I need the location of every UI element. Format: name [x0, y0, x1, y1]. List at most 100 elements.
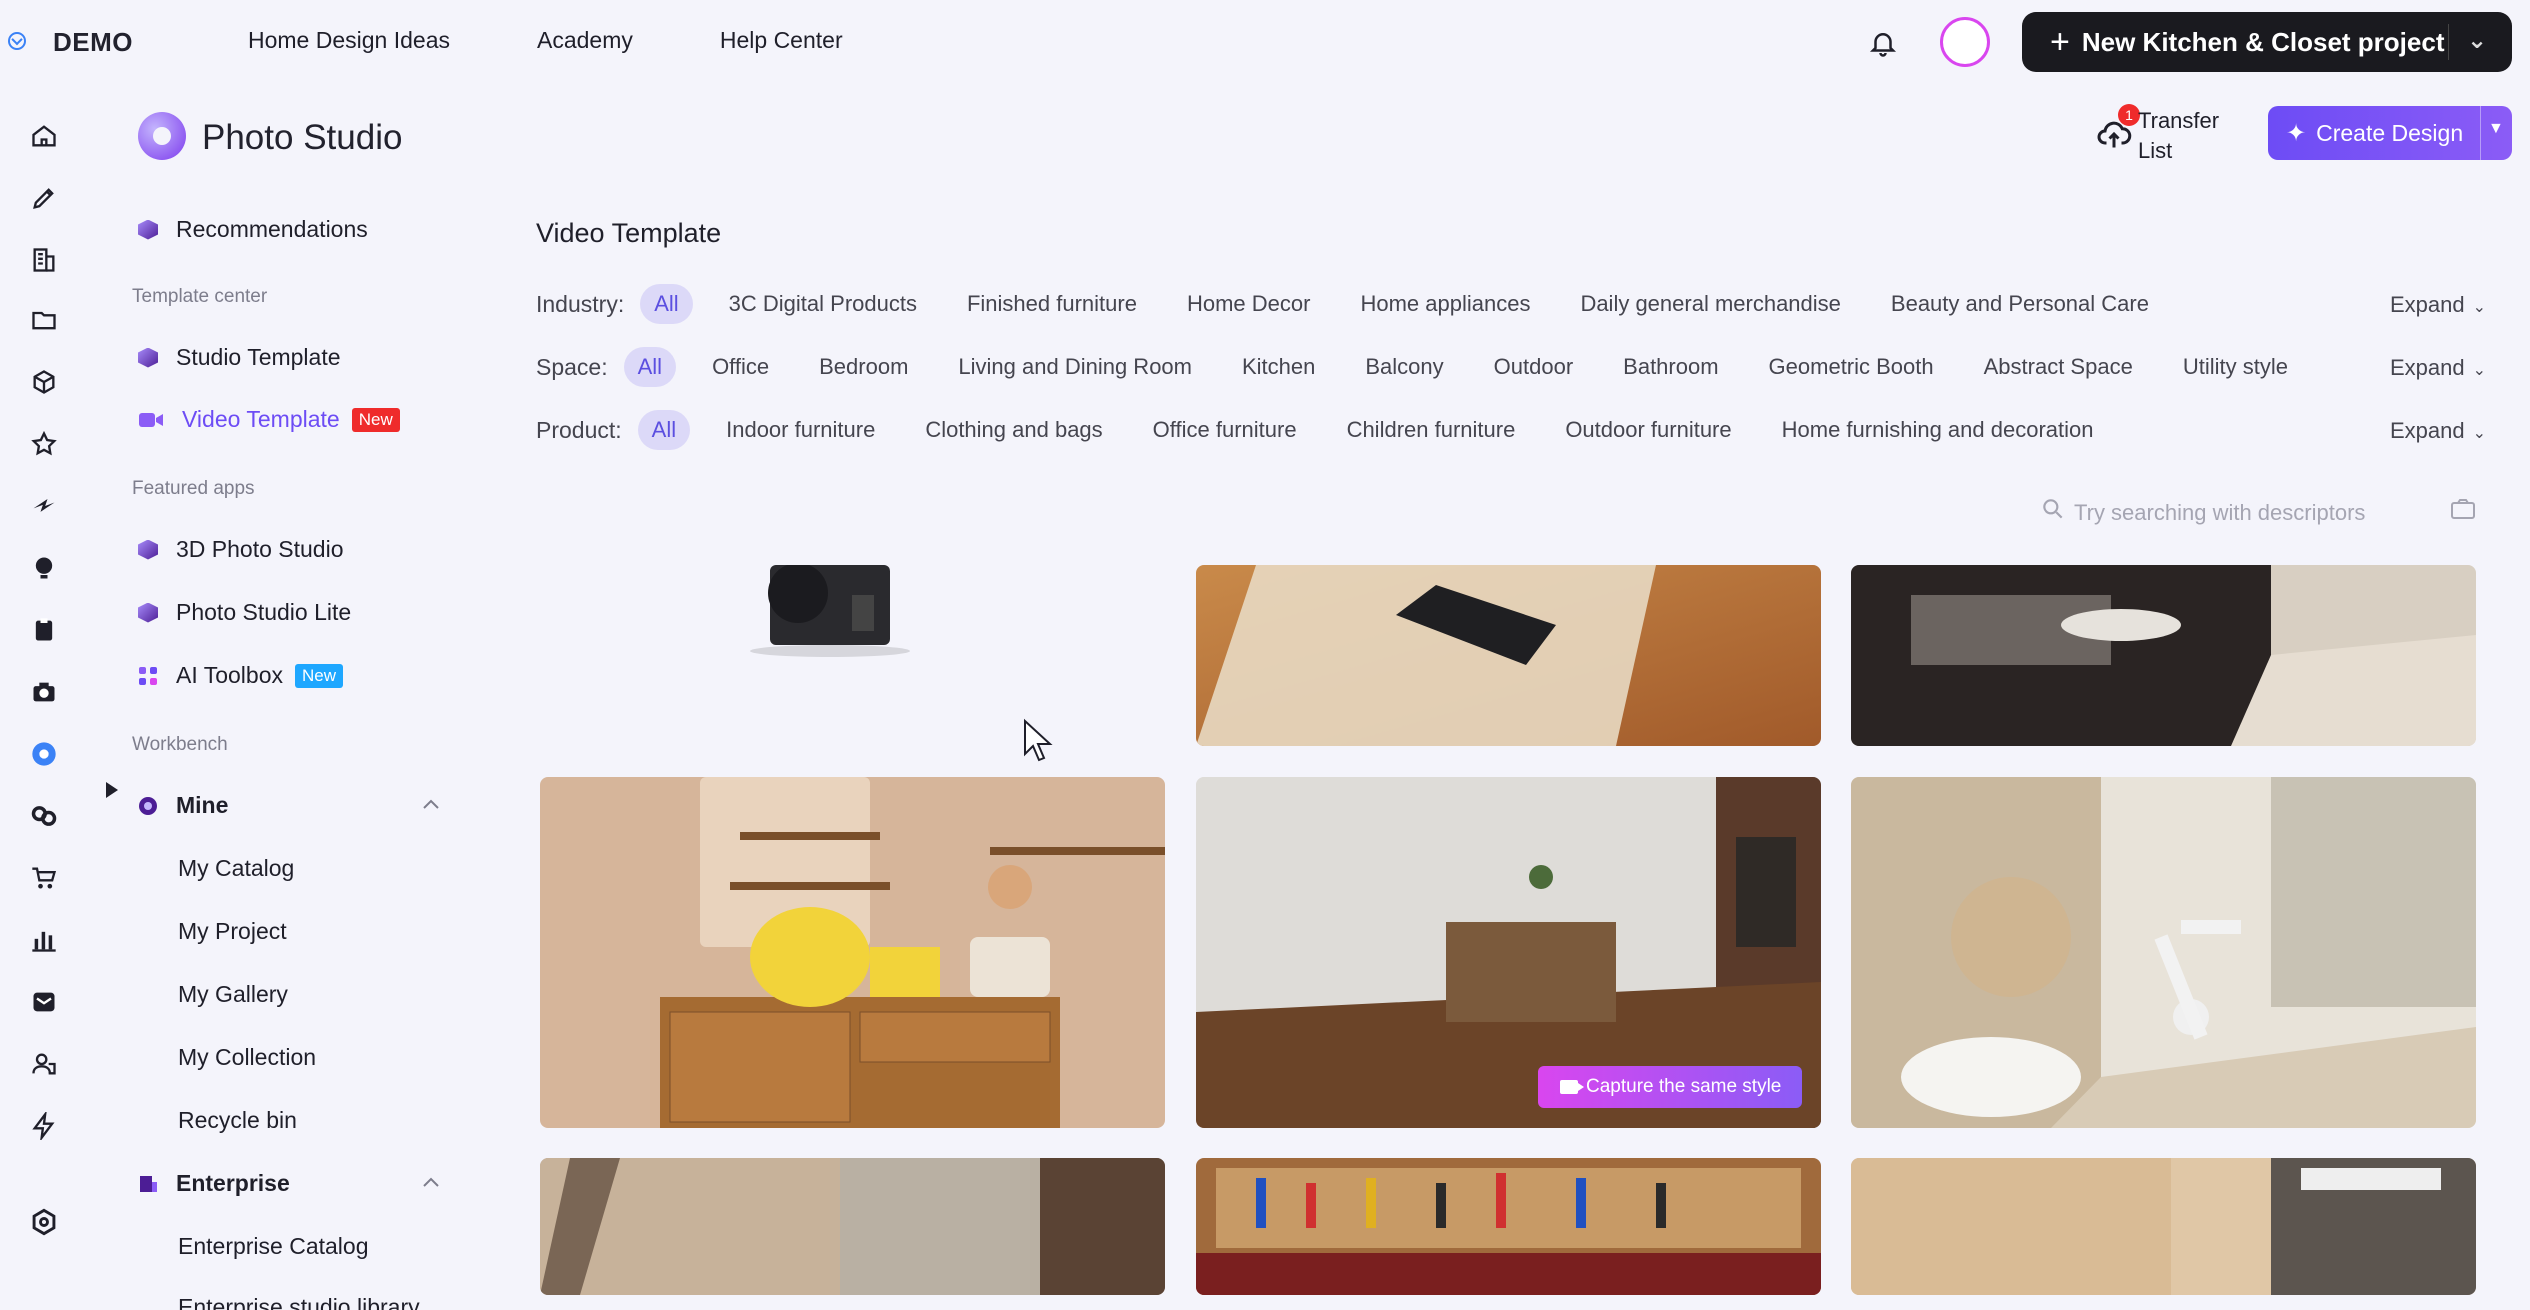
chip-clothing-and-bags[interactable]: Clothing and bags	[911, 410, 1116, 450]
expand-product-button[interactable]: Expand ⌄	[2390, 418, 2486, 444]
template-thumbnail[interactable]	[1851, 777, 2476, 1128]
nav-help-center[interactable]: Help Center	[720, 27, 843, 54]
sidebar-item-recycle-bin[interactable]: Recycle bin	[178, 1107, 297, 1134]
chip-3c-digital-products[interactable]: 3C Digital Products	[715, 284, 931, 324]
building-icon[interactable]	[30, 246, 58, 274]
chip-all[interactable]: All	[623, 347, 677, 387]
sidebar-item-my-gallery[interactable]: My Gallery	[178, 981, 288, 1008]
chip-living-and-dining-room[interactable]: Living and Dining Room	[944, 347, 1206, 387]
home-icon[interactable]	[30, 122, 58, 150]
chip-office[interactable]: Office	[698, 347, 783, 387]
bulb-icon[interactable]	[30, 554, 58, 582]
chip-home-appliances[interactable]: Home appliances	[1346, 284, 1544, 324]
chip-utility-style[interactable]: Utility style	[2169, 347, 2302, 387]
search-bar[interactable]: Try searching with descriptors	[2030, 490, 2520, 538]
avatar[interactable]	[1940, 17, 1990, 67]
filter-product: Product: All Indoor furniture Clothing a…	[536, 408, 2129, 452]
chip-bathroom[interactable]: Bathroom	[1609, 347, 1732, 387]
flash-icon[interactable]	[30, 1112, 58, 1140]
sidebar-item-mine[interactable]: Mine	[138, 792, 228, 819]
collapse-sidebar-toggle[interactable]	[106, 782, 118, 798]
chip-bedroom[interactable]: Bedroom	[805, 347, 922, 387]
sidebar-item-enterprise-studio-library[interactable]: Enterprise studio library	[178, 1294, 420, 1310]
filter-label: Space:	[536, 353, 608, 380]
nav-academy[interactable]: Academy	[537, 27, 633, 54]
create-design-button[interactable]: ✦ Create Design ▼	[2268, 106, 2512, 160]
sidebar-item-enterprise-catalog[interactable]: Enterprise Catalog	[178, 1233, 369, 1260]
expand-industry-button[interactable]: Expand ⌄	[2390, 292, 2486, 318]
chip-balcony[interactable]: Balcony	[1351, 347, 1457, 387]
link-icon[interactable]	[30, 802, 58, 830]
filter-space: Space: All Office Bedroom Living and Din…	[536, 345, 2324, 389]
chevron-up-icon[interactable]	[422, 1176, 440, 1188]
chip-outdoor-furniture[interactable]: Outdoor furniture	[1551, 410, 1745, 450]
create-design-label: Create Design	[2316, 119, 2464, 146]
template-thumbnail[interactable]	[1851, 1158, 2476, 1295]
chip-home-decor[interactable]: Home Decor	[1173, 284, 1324, 324]
mail-icon[interactable]	[30, 988, 58, 1016]
search-icon	[2043, 499, 2063, 519]
caret-down-icon[interactable]: ▼	[2488, 120, 2504, 138]
template-thumbnail[interactable]	[1851, 565, 2476, 746]
template-thumbnail[interactable]	[1196, 1158, 1821, 1295]
cube-icon[interactable]	[30, 368, 58, 396]
template-thumbnail[interactable]	[540, 777, 1165, 1128]
sidebar-item-my-catalog[interactable]: My Catalog	[178, 855, 294, 882]
search-input[interactable]: Try searching with descriptors	[2074, 500, 2365, 526]
gem-icon	[138, 347, 158, 368]
top-nav: Home Design Ideas Academy Help Center	[248, 27, 930, 54]
clipboard-icon[interactable]	[30, 616, 58, 644]
chevron-up-icon[interactable]	[422, 798, 440, 810]
chip-abstract-space[interactable]: Abstract Space	[1970, 347, 2147, 387]
sidebar-item-my-project[interactable]: My Project	[178, 918, 287, 945]
sidebar-item-photo-studio-lite[interactable]: Photo Studio Lite	[138, 599, 351, 626]
image-search-icon[interactable]	[2450, 498, 2476, 520]
new-project-button[interactable]: + New Kitchen & Closet project ⌄	[2022, 12, 2512, 72]
toolbox-icon	[139, 666, 157, 685]
chip-indoor-furniture[interactable]: Indoor furniture	[712, 410, 889, 450]
sidebar-item-ai-toolbox[interactable]: AI Toolbox New	[138, 662, 343, 689]
chart-icon[interactable]	[30, 926, 58, 954]
bolt-icon[interactable]	[30, 492, 58, 520]
chip-finished-furniture[interactable]: Finished furniture	[953, 284, 1151, 324]
chip-office-furniture[interactable]: Office furniture	[1139, 410, 1311, 450]
sidebar-item-3d-photo-studio[interactable]: 3D Photo Studio	[138, 536, 344, 563]
chip-all[interactable]: All	[640, 284, 693, 324]
sidebar-item-my-collection[interactable]: My Collection	[178, 1044, 316, 1071]
template-thumbnail[interactable]	[1196, 565, 1821, 746]
sidebar-item-enterprise[interactable]: Enterprise	[138, 1170, 290, 1197]
capture-same-style-button[interactable]: Capture the same style	[1538, 1066, 1802, 1108]
sidebar-item-video-template[interactable]: Video Template New	[138, 406, 400, 433]
brand-name[interactable]: DEMO	[53, 27, 133, 58]
photo-studio-logo	[138, 112, 186, 160]
chip-home-furnishing-and-decoration[interactable]: Home furnishing and decoration	[1768, 410, 2108, 450]
template-thumbnail[interactable]	[540, 565, 1165, 745]
star-icon[interactable]	[30, 430, 58, 458]
chip-children-furniture[interactable]: Children furniture	[1333, 410, 1530, 450]
filter-industry: Industry: All 3C Digital Products Finish…	[536, 282, 2185, 326]
chip-geometric-booth[interactable]: Geometric Booth	[1755, 347, 1948, 387]
settings-icon[interactable]	[30, 1208, 58, 1236]
chip-outdoor[interactable]: Outdoor	[1480, 347, 1588, 387]
chip-all[interactable]: All	[637, 410, 691, 450]
logo-icon[interactable]	[8, 32, 26, 50]
template-thumbnail[interactable]	[540, 1158, 1165, 1295]
bell-icon[interactable]	[1868, 28, 1898, 58]
mouse-cursor-icon	[1024, 718, 1053, 762]
chip-beauty-and-personal-care[interactable]: Beauty and Personal Care	[1877, 284, 2163, 324]
gem-icon	[138, 602, 158, 623]
photo-studio-icon[interactable]	[30, 740, 58, 768]
nav-home-design-ideas[interactable]: Home Design Ideas	[248, 27, 450, 54]
sidebar-item-studio-template[interactable]: Studio Template	[138, 344, 341, 371]
expand-space-button[interactable]: Expand ⌄	[2390, 355, 2486, 381]
folder-icon[interactable]	[30, 306, 58, 334]
chip-daily-general-merchandise[interactable]: Daily general merchandise	[1566, 284, 1854, 324]
team-icon[interactable]	[30, 1050, 58, 1078]
camera-icon[interactable]	[30, 678, 58, 706]
pen-icon[interactable]	[30, 184, 58, 212]
cart-icon[interactable]	[30, 864, 58, 892]
transfer-list-button[interactable]: 1 Transfer List	[2096, 104, 2226, 164]
sidebar-item-recommendations[interactable]: Recommendations	[138, 216, 368, 243]
chip-kitchen[interactable]: Kitchen	[1228, 347, 1329, 387]
chevron-down-icon[interactable]: ⌄	[2467, 26, 2487, 55]
